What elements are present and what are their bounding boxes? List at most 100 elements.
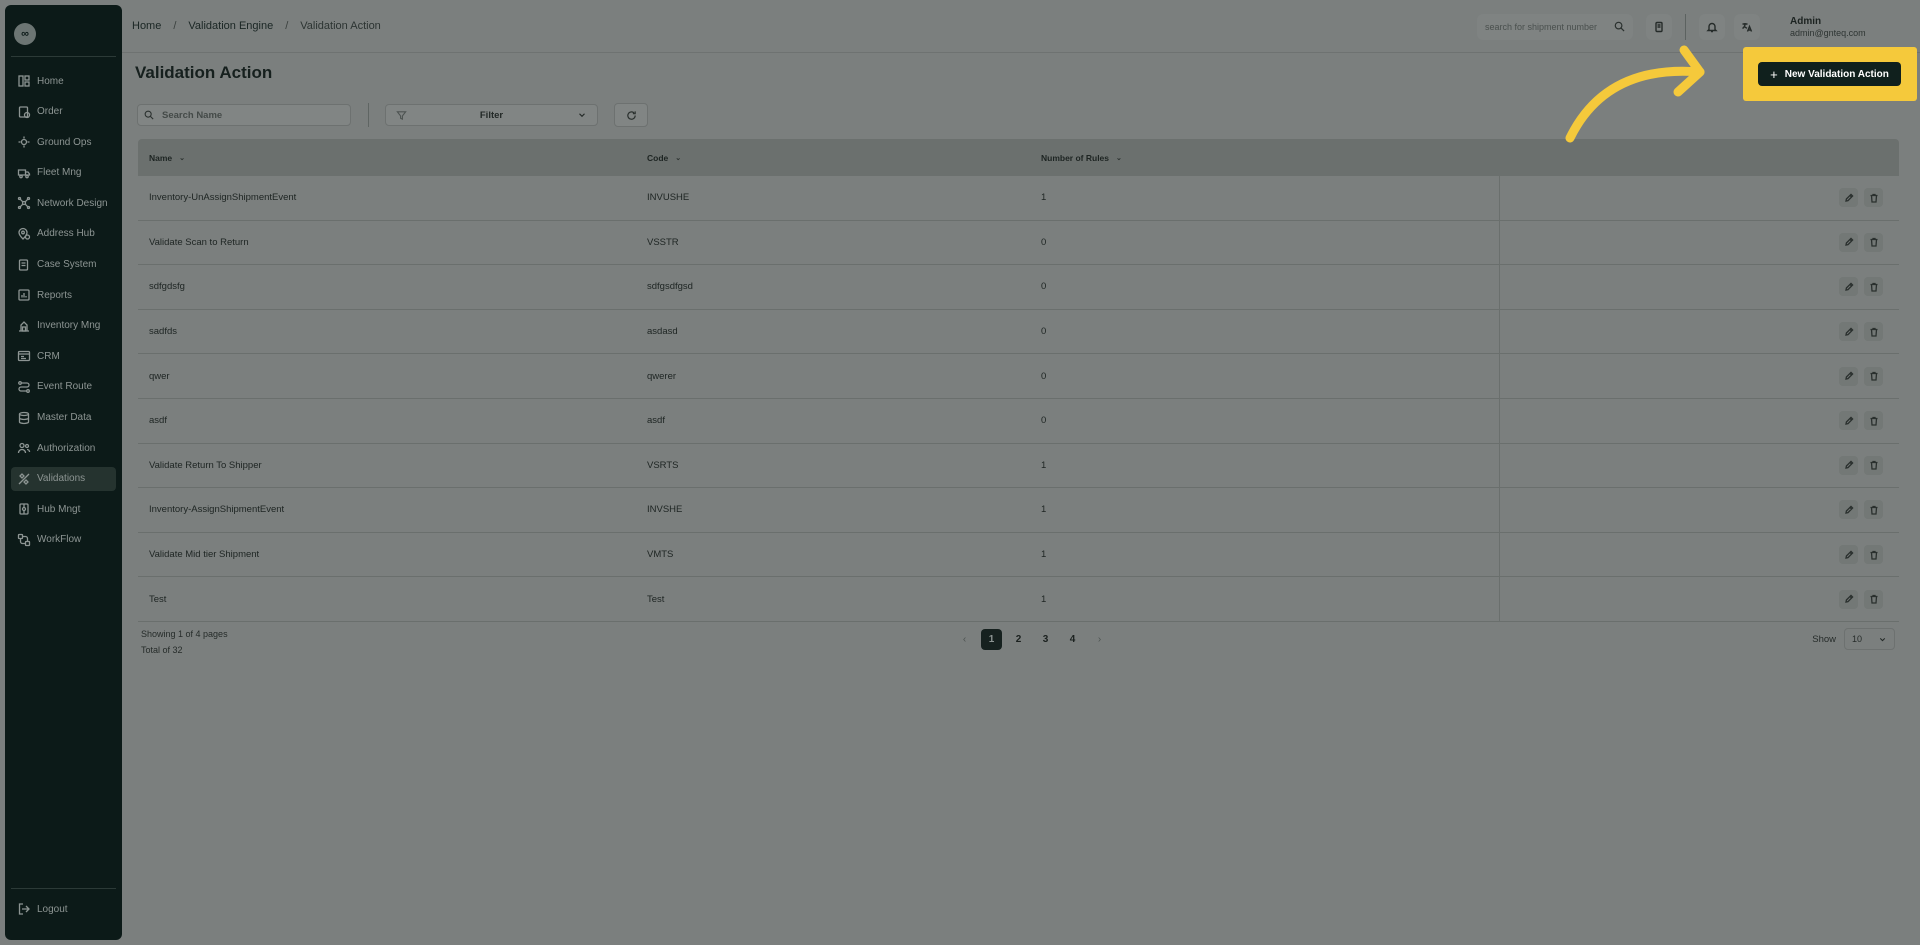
edit-button[interactable] — [1839, 545, 1858, 565]
edit-button[interactable] — [1839, 366, 1858, 386]
sidebar-item-order[interactable]: Order — [11, 100, 116, 124]
language-button[interactable] — [1734, 13, 1760, 40]
row-actions — [1499, 488, 1899, 532]
pencil-icon — [1844, 594, 1854, 604]
plus-icon: + — [1770, 66, 1778, 82]
show-label: Show — [1812, 633, 1836, 645]
edit-button[interactable] — [1839, 500, 1858, 520]
scanner-button[interactable] — [1646, 13, 1672, 40]
sidebar-item-address-hub[interactable]: Address Hub — [11, 222, 116, 246]
table-row[interactable]: qwer qwerer 0 — [138, 354, 1899, 399]
name-search-input[interactable] — [162, 109, 342, 121]
edit-button[interactable] — [1839, 232, 1858, 252]
table-row[interactable]: Test Test 1 — [138, 577, 1899, 622]
sidebar-item-home[interactable]: Home — [11, 69, 116, 93]
table-row[interactable]: sadfds asdasd 0 — [138, 309, 1899, 355]
delete-button[interactable] — [1864, 545, 1883, 565]
sidebar-item-hub-mngt[interactable]: Hub Mngt — [11, 497, 116, 521]
delete-button[interactable] — [1864, 232, 1883, 252]
sidebar-item-master-data[interactable]: Master Data — [11, 406, 116, 430]
breadcrumb-validation-engine[interactable]: Validation Engine — [188, 20, 273, 32]
breadcrumb-home[interactable]: Home — [132, 20, 161, 32]
prev-page-button[interactable]: ‹ — [954, 629, 975, 650]
table-row[interactable]: Inventory-UnAssignShipmentEvent INVUSHE 1 — [138, 176, 1899, 221]
cell-code: INVUSHE — [647, 192, 690, 204]
delete-button[interactable] — [1864, 455, 1883, 475]
column-header-rules[interactable]: Number of Rules ⌄ — [1041, 153, 1499, 163]
cell-code: qwerer — [647, 370, 677, 382]
ground-ops-icon — [17, 135, 31, 149]
sidebar-item-case-system[interactable]: Case System — [11, 253, 116, 277]
sidebar-item-label: Network Design — [37, 197, 108, 209]
table-row[interactable]: Validate Mid tier Shipment VMTS 1 — [138, 532, 1899, 578]
user-profile[interactable]: Admin admin@gnteq.com — [1790, 16, 1920, 38]
sidebar-item-crm[interactable]: CRM — [11, 344, 116, 368]
page-button-4[interactable]: 4 — [1062, 629, 1083, 650]
row-actions — [1499, 577, 1899, 621]
table-row[interactable]: sdfgdsfg sdfgsdfgsd 0 — [138, 265, 1899, 310]
database-icon — [17, 411, 31, 425]
delete-button[interactable] — [1864, 500, 1883, 520]
search-icon — [144, 110, 154, 120]
sidebar-item-validations[interactable]: Validations — [11, 466, 116, 491]
sidebar-item-inventory-mng[interactable]: Inventory Mng — [11, 314, 116, 338]
edit-button[interactable] — [1839, 411, 1858, 431]
case-icon — [17, 258, 31, 272]
refresh-button[interactable] — [614, 103, 648, 127]
edit-button[interactable] — [1839, 589, 1858, 609]
table-row[interactable]: asdf asdf 0 — [138, 398, 1899, 444]
page-size-select[interactable]: 10 — [1844, 628, 1895, 650]
logout-button[interactable]: Logout — [17, 902, 116, 916]
cell-code: VSSTR — [647, 236, 679, 248]
filter-dropdown[interactable]: Filter — [385, 104, 598, 126]
sidebar-item-workflow[interactable]: WorkFlow — [11, 528, 116, 552]
sidebar-item-event-route[interactable]: Event Route — [11, 375, 116, 399]
cell-name: Validate Mid tier Shipment — [149, 549, 260, 561]
edit-button[interactable] — [1839, 188, 1858, 208]
table-row[interactable]: Inventory-AssignShipmentEvent INVSHE 1 — [138, 488, 1899, 533]
delete-button[interactable] — [1864, 188, 1883, 208]
edit-button[interactable] — [1839, 277, 1858, 297]
search-icon[interactable] — [1614, 21, 1625, 32]
delete-button[interactable] — [1864, 366, 1883, 386]
trash-icon — [1869, 505, 1879, 515]
sidebar-item-ground-ops[interactable]: Ground Ops — [11, 130, 116, 154]
sidebar-item-authorization[interactable]: Authorization — [11, 436, 116, 460]
delete-button[interactable] — [1864, 277, 1883, 297]
hub-icon — [17, 502, 31, 516]
sidebar-item-label: Order — [37, 106, 63, 118]
new-validation-action-label: New Validation Action — [1784, 68, 1889, 80]
edit-button[interactable] — [1839, 322, 1858, 342]
next-page-button[interactable]: › — [1089, 629, 1110, 650]
sidebar-item-reports[interactable]: Reports — [11, 283, 116, 307]
cell-code: VMTS — [647, 549, 674, 561]
table-row[interactable]: Validate Scan to Return VSSTR 0 — [138, 220, 1899, 266]
shipment-search-input[interactable] — [1485, 21, 1605, 32]
row-actions — [1499, 265, 1899, 309]
notifications-button[interactable] — [1699, 13, 1725, 40]
edit-button[interactable] — [1839, 455, 1858, 475]
cell-name: Validate Scan to Return — [149, 236, 249, 248]
column-header-name[interactable]: Name ⌄ — [138, 153, 647, 163]
row-actions — [1499, 354, 1899, 398]
delete-button[interactable] — [1864, 589, 1883, 609]
sidebar-item-label: Reports — [37, 289, 73, 301]
new-validation-action-button[interactable]: + New Validation Action — [1758, 62, 1901, 86]
cell-rules: 0 — [1041, 236, 1047, 248]
row-actions — [1499, 309, 1899, 354]
page-button-1[interactable]: 1 — [981, 629, 1002, 650]
sidebar-item-fleet-mng[interactable]: Fleet Mng — [11, 161, 116, 185]
delete-button[interactable] — [1864, 322, 1883, 342]
page-button-2[interactable]: 2 — [1008, 629, 1029, 650]
table-row[interactable]: Validate Return To Shipper VSRTS 1 — [138, 443, 1899, 489]
column-header-code[interactable]: Code ⌄ — [647, 153, 1041, 163]
app-logo[interactable]: ∞ — [14, 23, 36, 45]
pagination-info: Showing 1 of 4 pages Total of 32 — [141, 626, 228, 658]
sidebar-item-label: Master Data — [37, 412, 92, 424]
sidebar-item-network-design[interactable]: Network Design — [11, 191, 116, 215]
delete-button[interactable] — [1864, 411, 1883, 431]
crm-icon — [17, 349, 31, 363]
sidebar-item-label: Inventory Mng — [37, 320, 101, 332]
page-button-3[interactable]: 3 — [1035, 629, 1056, 650]
showing-pages-text: Showing 1 of 4 pages — [141, 629, 228, 639]
